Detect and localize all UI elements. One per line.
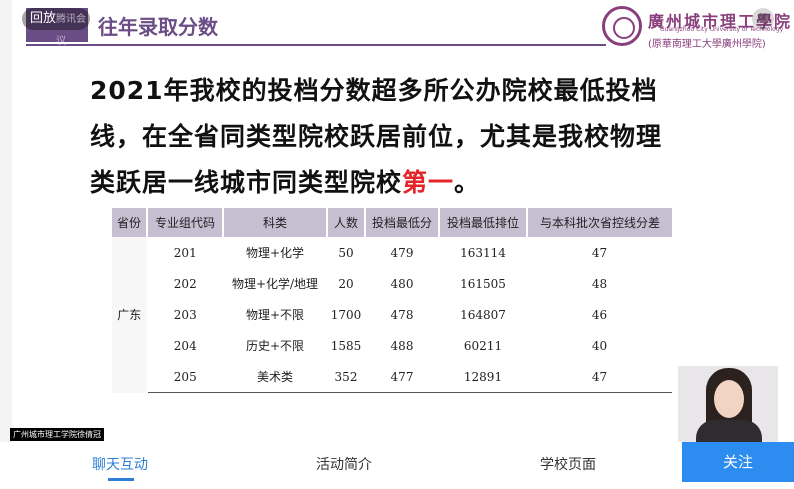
col-header-category: 科类: [223, 208, 328, 237]
follow-button[interactable]: 关注: [682, 442, 794, 482]
province-cell: 广东: [112, 237, 148, 393]
cell-min-score: 479: [390, 245, 414, 260]
table-row: 广东 201 物理+化学 50 479 163114 47: [112, 237, 672, 393]
cell-diff: 47: [527, 361, 672, 393]
replay-badge[interactable]: 回放 腾讯会议: [22, 8, 90, 47]
cell-code: 203: [173, 307, 197, 322]
col-header-count: 人数: [327, 208, 366, 237]
cell-count: 50: [338, 245, 354, 260]
cell-min-score: 488: [390, 338, 414, 353]
replay-source: 腾讯会议: [56, 14, 86, 47]
col-header-code: 专业组代码: [147, 208, 224, 237]
presenter-body: [696, 420, 762, 442]
cell-min-rank: 60211: [463, 338, 503, 353]
table-row: 205 美术类 352 477 12891 47: [112, 361, 672, 393]
replay-label: 回放: [30, 11, 57, 26]
cell-count: 352: [327, 361, 365, 393]
cell-min-score: 477: [365, 361, 439, 393]
table-row: 202 物理+化学/地理 20 480 161505 48: [112, 268, 672, 299]
cell-category: 美术类: [223, 361, 327, 393]
cell-code: 202: [173, 276, 197, 291]
col-header-min-rank: 投档最低排位: [439, 208, 528, 237]
headline-main: 2021年我校的投档分数超多所公办院校最低投档线，在全省同类型院校跃居前位，尤其…: [90, 76, 663, 197]
table-row: 204 历史+不限 1585 488 60211 40: [112, 330, 672, 361]
logo-subtitle: (原華南理工大學廣州學院): [648, 39, 766, 50]
active-tab-indicator: [108, 478, 134, 481]
cell-min-rank: 12891: [439, 361, 527, 393]
close-icon: ✕: [757, 11, 769, 26]
cell-min-score: 478: [390, 307, 414, 322]
tab-chat[interactable]: 聊天互动: [92, 454, 148, 474]
tab-activity-intro[interactable]: 活动简介: [316, 454, 372, 474]
cell-count: 1700: [330, 307, 362, 322]
slide-header: 往年录取分数 廣州城市理工學院 Guangzhou City Universit…: [12, 0, 794, 50]
headline-end: 。: [454, 168, 481, 197]
bottom-navigation: 聊天互动 活动简介 学校页面: [0, 442, 794, 489]
presenter-face: [714, 380, 744, 418]
university-seal-icon: [602, 6, 642, 46]
admission-score-table: 省份 专业组代码 科类 人数 投档最低分 投档最低排位 与本科批次省控线分差 广…: [112, 208, 672, 393]
close-button[interactable]: ✕: [752, 8, 774, 30]
cell-count: 20: [338, 276, 354, 291]
cell-diff: 40: [591, 338, 608, 353]
presenter-watermark: 广州城市理工学院徐倩冠: [10, 428, 104, 441]
cell-category: 物理+不限: [245, 308, 305, 322]
headline-text: 2021年我校的投档分数超多所公办院校最低投档线，在全省同类型院校跃居前位，尤其…: [90, 68, 680, 206]
col-header-min-score: 投档最低分: [365, 208, 440, 237]
cell-category: 物理+化学/地理: [231, 277, 319, 291]
cell-code: 204: [173, 338, 197, 353]
cell-diff: 48: [591, 276, 608, 291]
cell-category: 历史+不限: [245, 339, 305, 353]
col-header-diff: 与本科批次省控线分差: [527, 208, 672, 237]
cell-min-rank: 164807: [460, 307, 506, 322]
cell-diff: 47: [591, 245, 608, 260]
cell-code: 201: [173, 245, 197, 260]
presenter-video[interactable]: [678, 366, 778, 442]
cell-min-score: 480: [390, 276, 414, 291]
headline-highlight: 第一: [402, 168, 455, 197]
cell-code: 205: [147, 361, 223, 393]
cell-min-rank: 161505: [460, 276, 506, 291]
cell-diff: 46: [591, 307, 608, 322]
table-header-row: 省份 专业组代码 科类 人数 投档最低分 投档最低排位 与本科批次省控线分差: [112, 208, 672, 237]
cell-min-rank: 163114: [460, 245, 506, 260]
table-row: 203 物理+不限 1700 478 164807 46: [112, 299, 672, 330]
cell-count: 1585: [330, 338, 362, 353]
cell-category: 物理+化学: [245, 246, 305, 260]
col-header-province: 省份: [112, 208, 148, 237]
header-divider: [26, 44, 606, 46]
slide-title: 往年录取分数: [98, 15, 218, 39]
tab-school-page[interactable]: 学校页面: [540, 454, 596, 474]
